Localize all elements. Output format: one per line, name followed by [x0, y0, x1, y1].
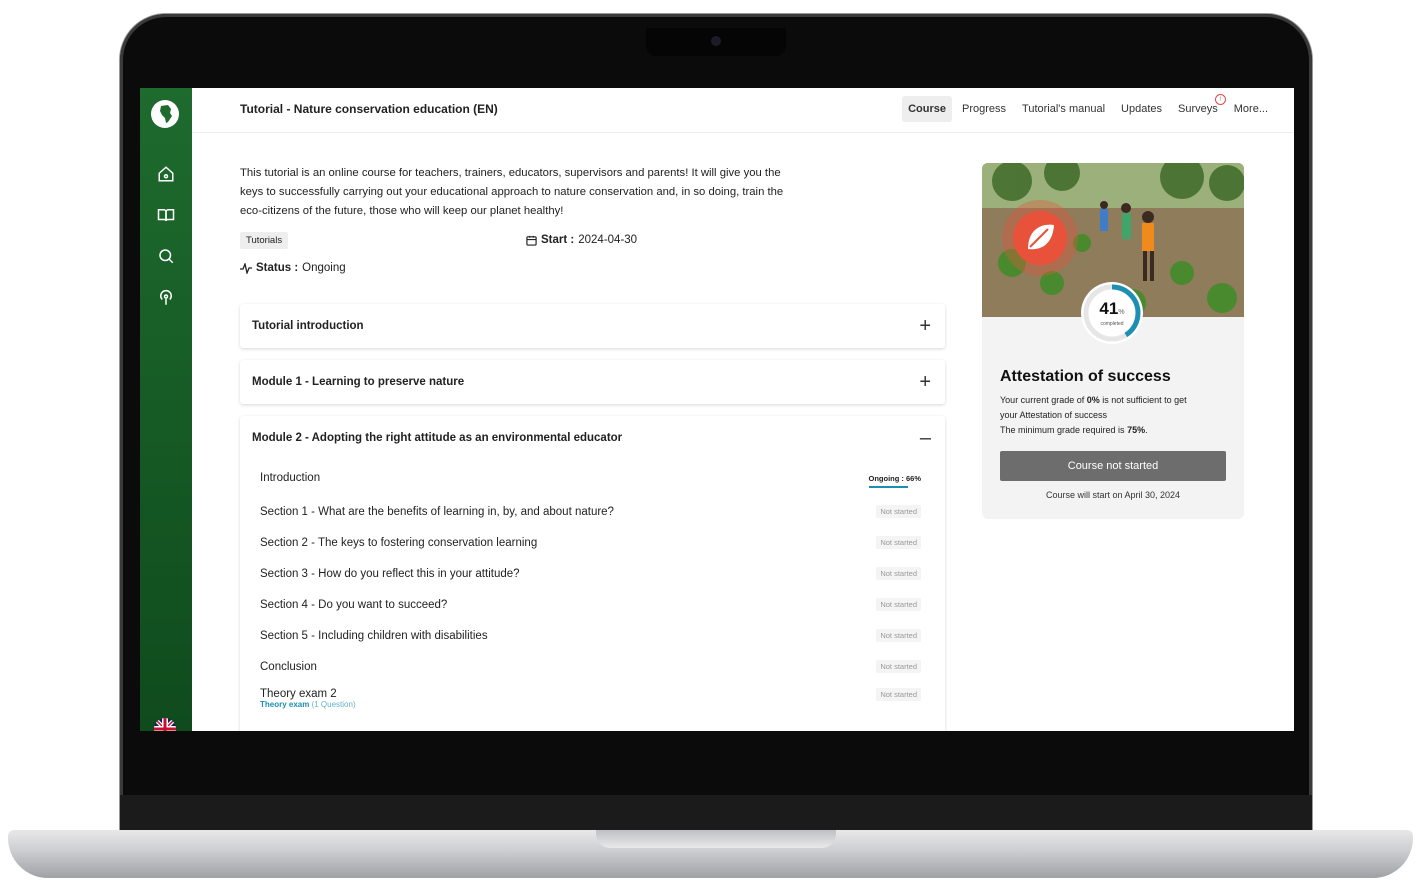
course-not-started-button[interactable]: Course not started: [1000, 451, 1226, 481]
completed-label: completed: [1100, 321, 1124, 327]
min-grade-end: .: [1145, 425, 1148, 435]
accordion-module-2[interactable]: Module 2 - Adopting the right attitude a…: [240, 416, 945, 731]
category-tag[interactable]: Tutorials: [240, 232, 289, 249]
exam-info: Theory exam (1 Question): [260, 700, 356, 709]
accordion-title: Module 1 - Learning to preserve nature: [252, 376, 465, 388]
tab-surveys[interactable]: Surveys !: [1172, 94, 1226, 122]
status-badge: Not started: [876, 629, 921, 642]
attestation-card: 41% completed Attestation of success You…: [982, 163, 1244, 519]
podcast-icon[interactable]: [155, 287, 177, 309]
africa-logo-icon[interactable]: [151, 100, 179, 128]
status-badge: Not started: [876, 688, 921, 701]
section-title: Conclusion: [260, 660, 317, 673]
grade-line-2: your Attestation of success: [1000, 410, 1108, 420]
percent-value: 41: [1099, 299, 1119, 318]
percent-sign: %: [1118, 309, 1125, 316]
course-description: This tutorial is an online course for te…: [240, 167, 784, 217]
status-value: Ongoing: [302, 262, 346, 274]
accordion-title: Tutorial introduction: [252, 320, 364, 332]
course-title: Tutorial - Nature conservation education…: [240, 102, 498, 116]
status-badge: Not started: [876, 505, 921, 518]
section-5[interactable]: Section 5 - Including children with disa…: [240, 620, 945, 651]
collapse-icon[interactable]: –: [920, 427, 931, 450]
status-badge: Not started: [876, 567, 921, 580]
section-1[interactable]: Section 1 - What are the benefits of lea…: [240, 496, 945, 527]
course-status: Status : Ongoing: [240, 262, 346, 274]
grade-value: 0%: [1086, 395, 1100, 405]
camera-icon: [711, 36, 721, 46]
book-icon[interactable]: [155, 204, 177, 226]
section-title: Section 2 - The keys to fostering conser…: [260, 536, 538, 549]
section-title: Theory exam 2: [260, 688, 337, 700]
grade-text-end: is not sufficient to get: [1099, 395, 1187, 405]
section-title: Introduction: [260, 472, 321, 484]
app-screen: Tutorial - Nature conservation education…: [140, 88, 1294, 731]
home-icon[interactable]: [155, 163, 177, 185]
status-badge-ongoing: Ongoing : 66%: [868, 473, 922, 488]
section-title: Section 4 - Do you want to succeed?: [260, 598, 448, 611]
grade-text: Your current grade of: [1000, 395, 1087, 405]
section-introduction[interactable]: Introduction Ongoing : 66%: [240, 460, 945, 496]
expand-icon[interactable]: +: [919, 315, 931, 338]
status-badge: Not started: [876, 660, 921, 673]
status-label: Status :: [256, 262, 299, 274]
completion-ring: 41% completed: [1080, 281, 1144, 345]
exam-type: Theory exam: [260, 700, 310, 709]
status-badge: Not started: [876, 598, 921, 611]
notification-badge: !: [1214, 94, 1226, 105]
laptop-base-notch: [596, 830, 836, 848]
accordion-module-1[interactable]: Module 1 - Learning to preserve nature +: [240, 360, 945, 404]
exam-question-count: (1 Question): [311, 700, 356, 709]
section-conclusion[interactable]: Conclusion Not started: [240, 651, 945, 682]
nav-tabs: Course Progress Tutorial's manual Update…: [902, 94, 1274, 122]
tab-course[interactable]: Course: [902, 96, 952, 122]
tab-surveys-label: Surveys: [1178, 103, 1218, 115]
course-content: This tutorial is an online course for te…: [240, 132, 960, 731]
course-start-note: Course will start on April 30, 2024: [1045, 490, 1181, 500]
tab-progress[interactable]: Progress: [956, 96, 1012, 122]
section-title: Section 5 - Including children with disa…: [260, 629, 488, 642]
completion-percent: 41%: [1080, 299, 1144, 319]
min-grade-value: 75%: [1127, 425, 1146, 435]
status-text: Ongoing : 66%: [868, 473, 922, 483]
topbar: Tutorial - Nature conservation education…: [192, 88, 1294, 133]
accordion-title: Module 2 - Adopting the right attitude a…: [252, 432, 623, 444]
tab-more[interactable]: More...: [1228, 96, 1274, 122]
uk-flag-icon[interactable]: [154, 718, 176, 731]
tab-tutorials-manual[interactable]: Tutorial's manual: [1016, 96, 1111, 122]
status-badge: Not started: [876, 536, 921, 549]
section-theory-exam[interactable]: Theory exam 2 Theory exam (1 Question) N…: [240, 682, 945, 724]
sidebar: [140, 88, 192, 731]
section-2[interactable]: Section 2 - The keys to fostering conser…: [240, 527, 945, 558]
grade-line: Your current grade of 0% is not sufficie…: [1000, 395, 1187, 405]
attestation-title: Attestation of success: [1000, 368, 1171, 385]
tab-updates[interactable]: Updates: [1115, 96, 1168, 122]
activity-icon: [240, 262, 252, 274]
start-value: 2024-04-30: [578, 234, 638, 246]
accordion-tutorial-introduction[interactable]: Tutorial introduction +: [240, 304, 945, 348]
section-4[interactable]: Section 4 - Do you want to succeed? Not …: [240, 589, 945, 620]
start-date: Start : 2024-04-30: [526, 234, 637, 246]
expand-icon[interactable]: +: [919, 371, 931, 394]
section-3[interactable]: Section 3 - How do you reflect this in y…: [240, 558, 945, 589]
min-grade-text: The minimum grade required is: [1000, 425, 1128, 435]
laptop-bezel: [120, 795, 1312, 835]
calendar-icon: [526, 235, 537, 246]
min-grade-line: The minimum grade required is 75%.: [1000, 425, 1148, 435]
search-icon[interactable]: [155, 245, 177, 267]
section-title: Section 1 - What are the benefits of lea…: [260, 505, 614, 518]
start-label: Start :: [541, 234, 575, 246]
section-title: Section 3 - How do you reflect this in y…: [260, 567, 520, 580]
progress-bar: [868, 485, 909, 488]
